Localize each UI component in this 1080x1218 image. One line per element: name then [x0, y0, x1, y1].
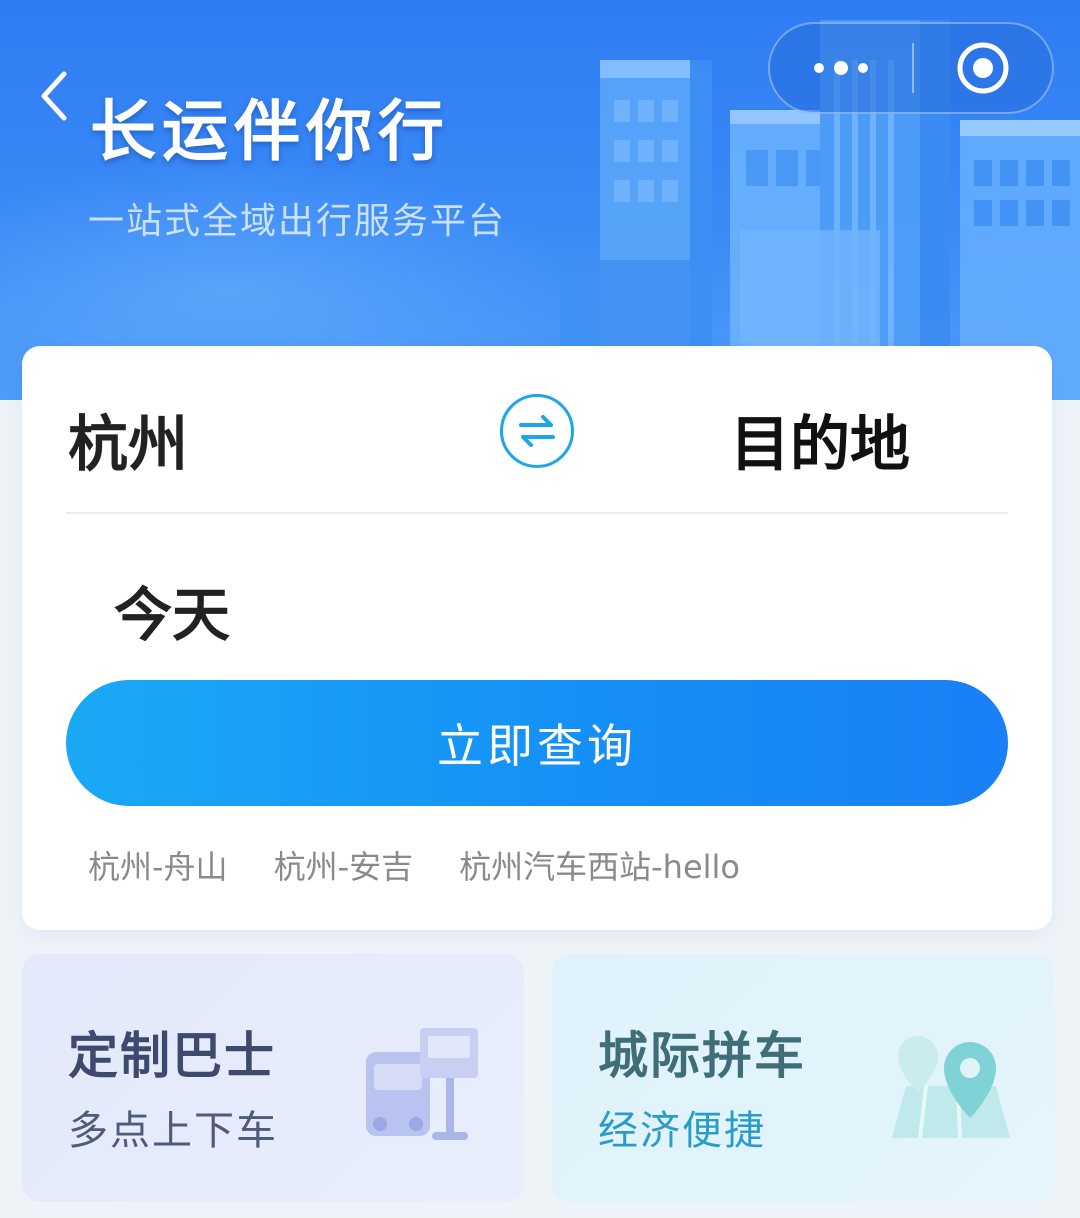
row-divider	[66, 512, 1008, 514]
more-dots-icon	[814, 63, 824, 73]
service-tile-intercity-carpool[interactable]: 城际拼车 经济便捷	[552, 954, 1054, 1202]
service-subtitle: 多点上下车	[68, 1108, 278, 1154]
city-row: 杭州 目的地	[22, 346, 1052, 512]
back-button[interactable]	[34, 66, 74, 126]
destination-city[interactable]: 目的地	[730, 396, 910, 483]
service-title: 城际拼车	[598, 1027, 806, 1085]
service-title: 定制巴士	[68, 1027, 276, 1085]
search-history: 杭州-舟山 杭州-安吉 杭州汽车西站-hello	[88, 842, 786, 888]
search-card: 杭州 目的地 今天 立即查询 杭州-舟山 杭州-安吉 杭州汽车西站-hello	[22, 346, 1052, 930]
swap-arrows-icon	[519, 415, 555, 447]
map-pin-icon	[892, 1036, 1010, 1139]
header-banner: 长运伴你行 一站式全域出行服务平台	[0, 0, 1080, 400]
swap-cities-button[interactable]	[500, 394, 574, 468]
chevron-left-icon	[41, 71, 67, 121]
app-title: 长运伴你行	[90, 93, 450, 170]
departure-city[interactable]: 杭州	[68, 396, 188, 483]
more-menu-button[interactable]	[770, 24, 912, 112]
search-button[interactable]: 立即查询	[66, 680, 1008, 806]
service-subtitle: 经济便捷	[598, 1108, 766, 1154]
bus-stop-icon	[366, 1028, 478, 1140]
miniprogram-capsule	[768, 22, 1054, 114]
travel-date[interactable]: 今天	[114, 568, 230, 652]
history-item[interactable]: 杭州-安吉	[274, 842, 414, 888]
service-tile-custom-bus[interactable]: 定制巴士 多点上下车	[22, 954, 524, 1202]
app-subtitle: 一站式全域出行服务平台	[88, 201, 507, 242]
history-item[interactable]: 杭州汽车西站-hello	[459, 842, 740, 888]
close-miniprogram-button[interactable]	[914, 24, 1052, 112]
history-item[interactable]: 杭州-舟山	[88, 842, 228, 888]
target-close-icon	[957, 42, 1009, 94]
